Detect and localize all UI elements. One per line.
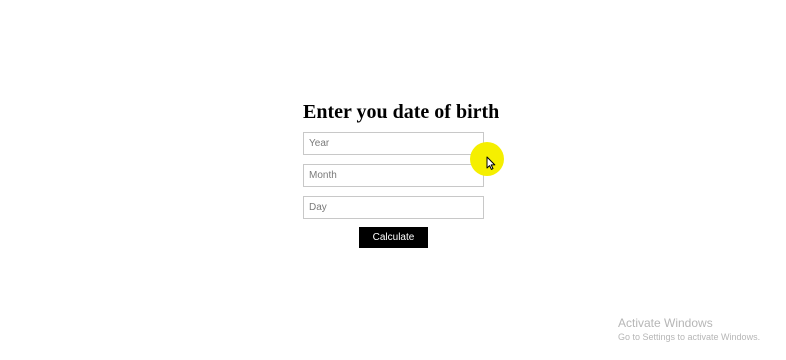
page: Enter you date of birth Calculate Activa… xyxy=(0,0,786,360)
watermark-title: Activate Windows xyxy=(618,316,713,330)
activate-windows-watermark: Activate Windows Go to Settings to activ… xyxy=(618,316,760,343)
dob-form: Enter you date of birth Calculate xyxy=(303,100,500,248)
year-input[interactable] xyxy=(303,132,484,155)
watermark-subtitle: Go to Settings to activate Windows. xyxy=(618,332,761,342)
form-title: Enter you date of birth xyxy=(303,101,500,123)
calculate-button[interactable]: Calculate xyxy=(359,227,428,248)
month-input[interactable] xyxy=(303,164,484,187)
mouse-pointer-icon xyxy=(486,156,496,170)
day-input[interactable] xyxy=(303,196,484,219)
